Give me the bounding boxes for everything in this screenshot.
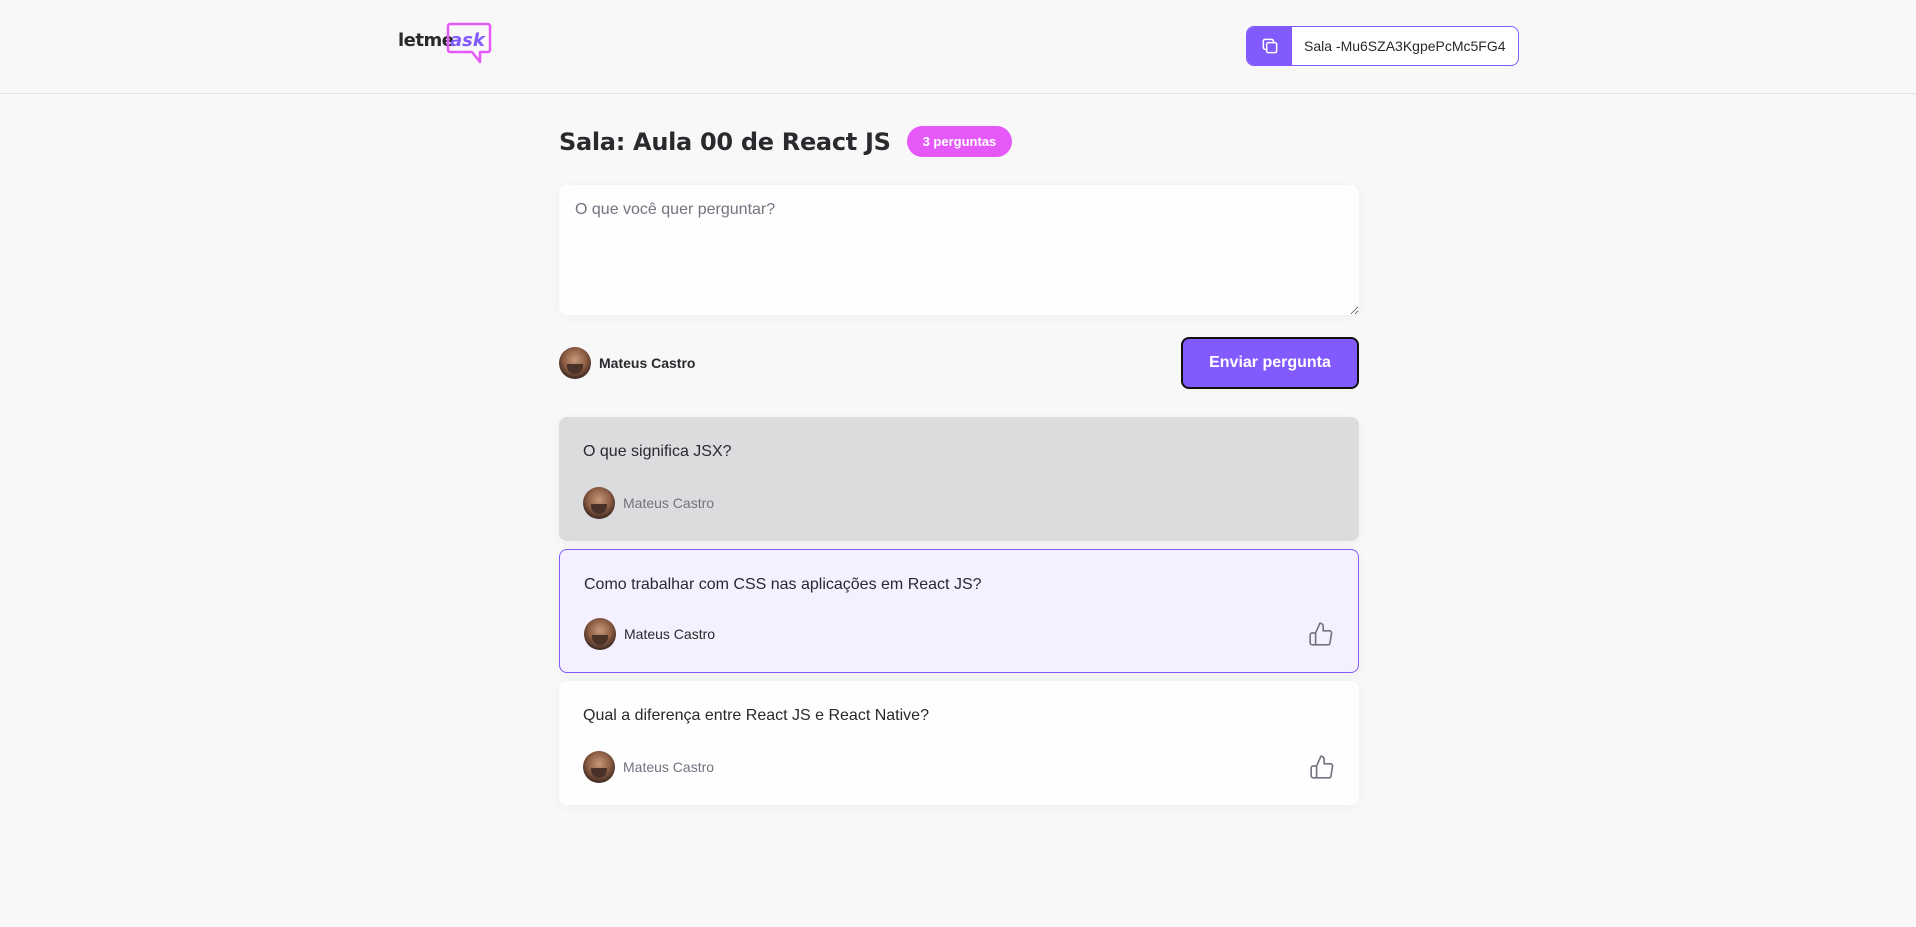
avatar bbox=[584, 618, 616, 650]
author-name: Mateus Castro bbox=[623, 495, 715, 511]
like-button[interactable] bbox=[1309, 754, 1335, 780]
avatar bbox=[583, 487, 615, 519]
current-user-info: Mateus Castro bbox=[559, 347, 695, 379]
avatar bbox=[559, 347, 591, 379]
form-footer: Mateus Castro Enviar pergunta bbox=[559, 337, 1359, 389]
question-item: Como trabalhar com CSS nas aplicações em… bbox=[559, 549, 1359, 673]
letmeask-logo: letme ask bbox=[398, 22, 494, 70]
question-content: O que significa JSX? bbox=[583, 443, 732, 460]
question-content: Como trabalhar com CSS nas aplicações em… bbox=[584, 576, 982, 593]
question-item: O que significa JSX? Mateus Castro bbox=[559, 417, 1359, 541]
question-form bbox=[559, 185, 1359, 320]
thumbs-up-icon bbox=[1309, 622, 1333, 646]
like-button[interactable] bbox=[1308, 621, 1334, 647]
question-count-badge: 3 perguntas bbox=[906, 126, 1013, 157]
copy-room-code-button[interactable]: Sala -Mu6SZA3KgpePcMc5FG4 bbox=[1246, 26, 1519, 66]
copy-icon bbox=[1262, 38, 1277, 54]
room-code-text[interactable]: Sala -Mu6SZA3KgpePcMc5FG4 bbox=[1292, 27, 1518, 65]
question-list: O que significa JSX? Mateus Castro Como … bbox=[559, 417, 1359, 813]
question-item: Qual a diferença entre React JS e React … bbox=[559, 681, 1359, 805]
question-footer: Mateus Castro bbox=[583, 751, 1335, 783]
logo-text-ask: ask bbox=[450, 30, 485, 51]
author-name: Mateus Castro bbox=[623, 759, 715, 775]
question-footer: Mateus Castro bbox=[584, 618, 1334, 650]
question-input[interactable] bbox=[559, 185, 1359, 315]
question-content: Qual a diferença entre React JS e React … bbox=[583, 707, 929, 724]
room-title-bar: Sala: Aula 00 de React JS 3 perguntas bbox=[559, 126, 1013, 157]
page-header: letme ask Sala -Mu6SZA3KgpePcMc5FG4 bbox=[0, 0, 1916, 94]
question-author: Mateus Castro bbox=[583, 487, 714, 519]
author-name: Mateus Castro bbox=[624, 626, 716, 642]
question-author: Mateus Castro bbox=[584, 618, 715, 650]
question-footer: Mateus Castro bbox=[583, 487, 1335, 519]
copy-icon-container[interactable] bbox=[1247, 27, 1292, 65]
current-user-name: Mateus Castro bbox=[599, 355, 696, 371]
avatar bbox=[583, 751, 615, 783]
thumbs-up-icon bbox=[1310, 755, 1334, 779]
question-author: Mateus Castro bbox=[583, 751, 714, 783]
send-question-button[interactable]: Enviar pergunta bbox=[1181, 337, 1359, 389]
page-title: Sala: Aula 00 de React JS bbox=[559, 127, 891, 156]
